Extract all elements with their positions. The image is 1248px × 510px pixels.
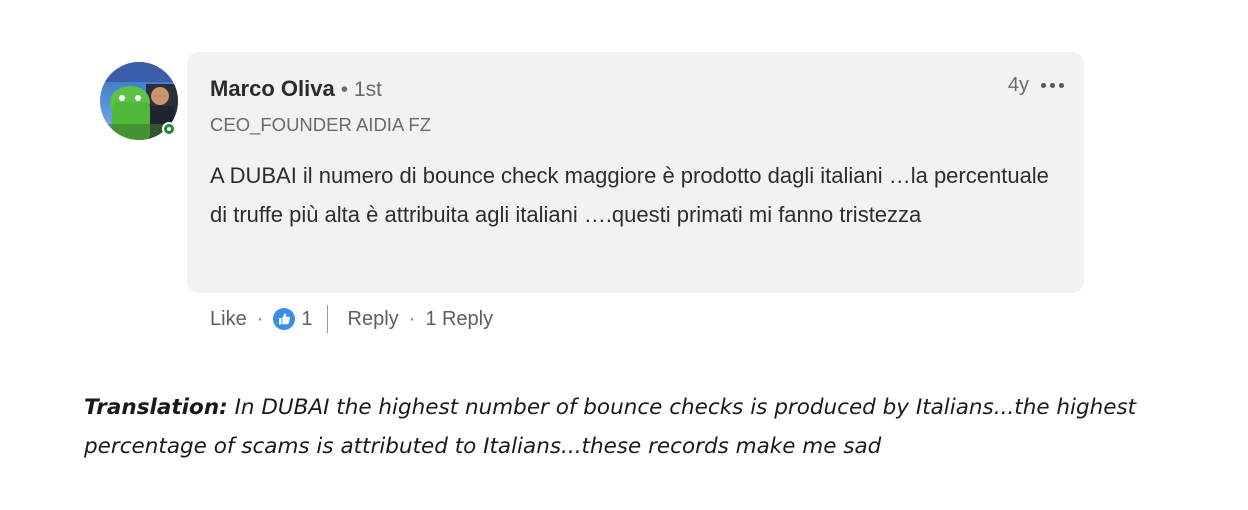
more-horizontal-icon[interactable] bbox=[1039, 81, 1066, 90]
reaction-count[interactable]: 1 bbox=[301, 308, 312, 331]
author-headline: CEO_FOUNDER AIDIA FZ bbox=[210, 114, 432, 135]
reply-button[interactable]: Reply bbox=[348, 308, 399, 331]
replies-count-link[interactable]: 1 Reply bbox=[425, 308, 493, 331]
online-dot-icon bbox=[164, 124, 174, 134]
translation-text: In DUBAI the highest number of bounce ch… bbox=[84, 395, 1137, 459]
online-status-indicator bbox=[162, 122, 176, 136]
dot-separator: · bbox=[408, 307, 416, 330]
author-name[interactable]: Marco Oliva bbox=[210, 76, 335, 102]
comment-bubble: Marco Oliva • 1st CEO_FOUNDER AIDIA FZ 4… bbox=[187, 52, 1084, 293]
author-row: Marco Oliva • 1st bbox=[210, 76, 382, 102]
translation-caption: Translation: In DUBAI the highest number… bbox=[84, 388, 1204, 466]
avatar[interactable] bbox=[100, 62, 178, 140]
translation-label: Translation bbox=[84, 395, 220, 420]
connection-degree: • 1st bbox=[340, 78, 382, 101]
like-button[interactable]: Like bbox=[210, 308, 247, 331]
thumbs-up-icon[interactable] bbox=[273, 308, 296, 330]
comment-timestamp: 4y bbox=[1007, 74, 1029, 96]
comment-actions: Like · 1 Reply · 1 Reply bbox=[210, 304, 493, 334]
dot-separator: · bbox=[256, 307, 264, 330]
action-divider bbox=[326, 305, 328, 333]
translation-colon: : bbox=[219, 395, 228, 420]
comment-meta: 4y bbox=[1008, 74, 1066, 97]
comment-text: A DUBAI il numero di bounce check maggio… bbox=[210, 163, 1049, 227]
page: Marco Oliva • 1st CEO_FOUNDER AIDIA FZ 4… bbox=[0, 0, 1248, 510]
